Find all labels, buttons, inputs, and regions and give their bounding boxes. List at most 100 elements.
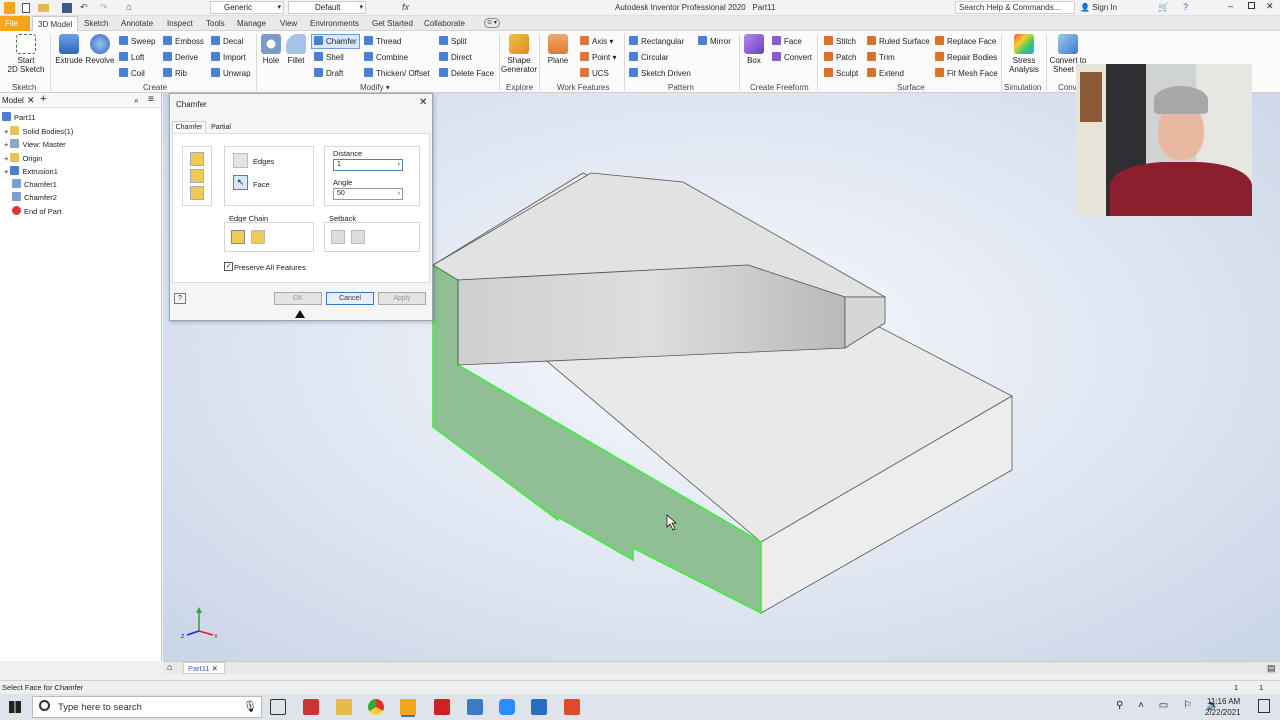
- taskbar-search[interactable]: Type here to search 🎙: [32, 696, 262, 718]
- loft-button[interactable]: Loft: [119, 52, 144, 63]
- help-icon[interactable]: ?: [1183, 2, 1188, 12]
- face-select-icon[interactable]: ↖: [233, 175, 248, 190]
- decal-button[interactable]: Decal: [211, 36, 243, 47]
- ribbon-options-icon[interactable]: ⊙ ▾: [484, 18, 500, 28]
- chevron-right-icon[interactable]: ›: [398, 189, 400, 199]
- inventor-logo-icon[interactable]: [4, 2, 15, 14]
- close-icon[interactable]: ✕: [212, 664, 218, 673]
- tab-environments[interactable]: Environments: [305, 16, 364, 31]
- fit-mesh-face-button[interactable]: Fit Mesh Face: [935, 68, 998, 79]
- distance-method-icon[interactable]: [190, 152, 204, 166]
- angle-input[interactable]: 50 ›: [333, 188, 403, 200]
- file-explorer-icon[interactable]: [336, 699, 352, 715]
- rectangular-pattern-button[interactable]: Rectangular: [629, 36, 684, 47]
- distance-angle-method-icon[interactable]: [190, 169, 204, 183]
- minimize-button[interactable]: –: [1228, 1, 1233, 11]
- apply-button[interactable]: Apply: [378, 292, 426, 305]
- help-icon[interactable]: ?: [174, 293, 186, 304]
- tab-view[interactable]: View: [275, 16, 302, 31]
- clock-time[interactable]: 11:16 AM: [1207, 697, 1240, 706]
- group-modify[interactable]: Modify ▾: [360, 83, 390, 92]
- tab-file[interactable]: File: [0, 16, 30, 31]
- tab-3d-model[interactable]: 3D Model: [32, 16, 79, 31]
- extend-button[interactable]: Extend: [867, 68, 904, 79]
- tree-item-chamfer2[interactable]: Chamfer2: [12, 192, 57, 203]
- ruled-surface-button[interactable]: Ruled Surface: [867, 36, 930, 47]
- tab-get-started[interactable]: Get Started: [367, 16, 418, 31]
- inventor-icon[interactable]: [400, 699, 416, 715]
- sweep-button[interactable]: Sweep: [119, 36, 155, 47]
- setback-on-icon[interactable]: [351, 230, 365, 244]
- circular-pattern-button[interactable]: Circular: [629, 52, 669, 63]
- ucs-button[interactable]: UCS: [580, 68, 609, 79]
- tab-tools[interactable]: Tools: [201, 16, 230, 31]
- clock-date[interactable]: 2/22/2021: [1205, 708, 1241, 717]
- tab-annotate[interactable]: Annotate: [116, 16, 158, 31]
- preserve-checkbox[interactable]: ✓: [224, 262, 233, 271]
- tab-model[interactable]: Model: [2, 96, 24, 105]
- combine-button[interactable]: Combine: [364, 52, 408, 63]
- tab-sketch[interactable]: Sketch: [79, 16, 113, 31]
- two-distances-method-icon[interactable]: [190, 186, 204, 200]
- recorder-icon[interactable]: [564, 699, 580, 715]
- tab-chamfer[interactable]: Chamfer: [172, 121, 206, 133]
- stress-analysis-button[interactable]: Stress Analysis: [1004, 34, 1044, 74]
- revolve-button[interactable]: Revolve: [84, 34, 116, 65]
- zoom-icon[interactable]: [499, 699, 515, 715]
- close-button[interactable]: ✕: [1266, 1, 1274, 12]
- redo-icon[interactable]: ↷: [100, 2, 108, 13]
- menu-icon[interactable]: ≡: [148, 94, 154, 105]
- cart-icon[interactable]: 🛒: [1158, 2, 1169, 13]
- patch-button[interactable]: Patch: [824, 52, 856, 63]
- mirror-button[interactable]: Mirror: [698, 36, 731, 47]
- tree-item-chamfer1[interactable]: Chamfer1: [12, 179, 57, 190]
- home-icon[interactable]: ⌂: [167, 662, 172, 672]
- add-browser-icon[interactable]: +: [40, 93, 46, 105]
- freeform-box-button[interactable]: Box: [742, 34, 766, 65]
- fx-icon[interactable]: fx: [402, 2, 409, 12]
- task-view-icon[interactable]: [270, 699, 286, 715]
- import-button[interactable]: Import: [211, 52, 246, 63]
- rib-button[interactable]: Rib: [163, 68, 187, 79]
- new-icon[interactable]: [22, 3, 30, 13]
- cancel-button[interactable]: Cancel: [326, 292, 374, 305]
- tile-icon[interactable]: ▤: [1267, 663, 1276, 674]
- close-icon[interactable]: ✕: [419, 97, 427, 108]
- all-edges-icon[interactable]: [231, 230, 245, 244]
- tab-manage[interactable]: Manage: [232, 16, 271, 31]
- notification-icon[interactable]: [1258, 699, 1270, 713]
- draft-button[interactable]: Draft: [314, 68, 343, 79]
- emboss-button[interactable]: Emboss: [163, 36, 204, 47]
- unwrap-button[interactable]: Unwrap: [211, 68, 251, 79]
- tree-item-solid-bodies[interactable]: + Solid Bodies(1): [4, 126, 73, 137]
- sculpt-button[interactable]: Sculpt: [824, 68, 858, 79]
- tree-item-origin[interactable]: + Origin: [4, 153, 42, 164]
- coil-button[interactable]: Coil: [119, 68, 145, 79]
- shell-button[interactable]: Shell: [314, 52, 344, 63]
- axis-button[interactable]: Axis ▾: [580, 36, 613, 47]
- open-icon[interactable]: [38, 4, 49, 12]
- tree-item-extrusion[interactable]: + Extrusion1: [4, 166, 58, 177]
- freeform-convert-button[interactable]: Convert: [772, 52, 812, 63]
- ok-button[interactable]: OK: [274, 292, 322, 305]
- appearance-dropdown[interactable]: Default ▾: [288, 1, 366, 14]
- distance-input[interactable]: 1 ›: [333, 159, 403, 171]
- edges-select-icon[interactable]: [233, 153, 248, 168]
- shape-generator-button[interactable]: Shape Generator: [500, 34, 538, 74]
- replace-face-button[interactable]: Replace Face: [935, 36, 996, 47]
- plane-button[interactable]: Plane: [543, 34, 573, 65]
- sketch-driven-pattern-button[interactable]: Sketch Driven: [629, 68, 691, 79]
- single-edge-icon[interactable]: [251, 230, 265, 244]
- tab-collaborate[interactable]: Collaborate: [419, 16, 470, 31]
- sign-in-button[interactable]: 👤 Sign In: [1080, 3, 1117, 12]
- maximize-button[interactable]: [1248, 2, 1255, 9]
- freeform-face-button[interactable]: Face: [772, 36, 802, 47]
- thicken-offset-button[interactable]: Thicken/ Offset: [364, 68, 430, 79]
- thread-button[interactable]: Thread: [364, 36, 401, 47]
- chamfer-button[interactable]: Chamfer: [311, 34, 360, 49]
- material-dropdown[interactable]: Generic ▾: [210, 1, 284, 14]
- tab-partial[interactable]: Partial: [207, 122, 235, 133]
- chevron-right-icon[interactable]: ›: [398, 160, 400, 170]
- search-input[interactable]: Search Help & Commands...: [955, 1, 1075, 14]
- stitch-button[interactable]: Stitch: [824, 36, 856, 47]
